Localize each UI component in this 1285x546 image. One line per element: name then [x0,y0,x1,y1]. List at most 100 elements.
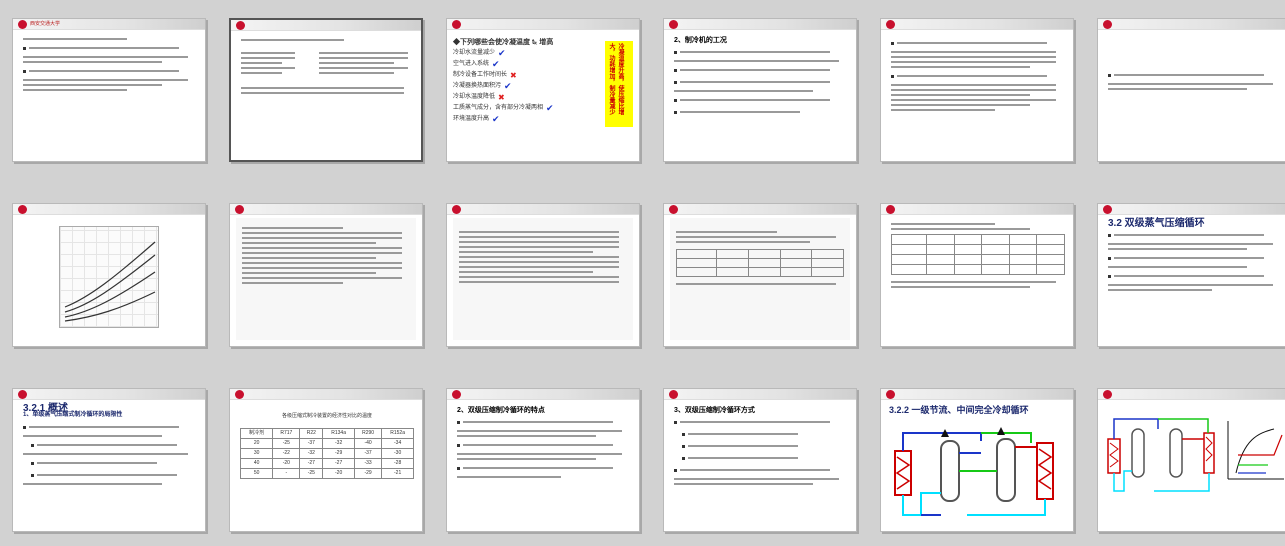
slide-header-band [13,204,205,215]
slide-thumbnail[interactable] [446,203,640,347]
slide-header-band [881,19,1073,30]
university-logo-icon [886,390,895,399]
scanned-page-image [453,218,633,340]
slide-body: ◆下列哪些会使冷凝温度 tₖ 增高 冷却水流量减少 ✔ 空气进入系统 ✔ 制冷设备工… [453,39,599,127]
slide-thumbnail[interactable]: 各级压缩式制冷装置的经济性对比的温度 制冷剂 R717 R22 R134a R290 R1… [229,388,423,532]
list-item: 冷却水流量减少 [453,50,496,56]
cross-icon: ✖ [510,71,517,80]
university-logo-icon [669,390,678,399]
slide-title: 3、双级压缩制冷循环方式 [674,407,755,414]
slide-body: 2、制冷机的工况 [674,35,848,120]
slide-body [891,35,1065,114]
university-logo-icon [1103,20,1112,29]
slide-thumbnail[interactable]: 3.2 双级蒸气压缩循环 [1097,203,1285,347]
check-icon: ✔ [492,59,500,69]
university-name: 西安交通大学 [30,21,61,27]
slide-thumbnail[interactable] [229,203,423,347]
slide-header-band [13,389,205,400]
check-icon: ✔ [546,103,554,113]
list-item: 冷却水温度降低 [453,94,496,100]
slide-body: 3、双级压缩制冷循环方式 [674,405,848,488]
cross-icon: ✖ [498,93,505,102]
slide-header-band [447,204,639,215]
cycle-schematic [894,427,1054,516]
slide-sorter[interactable]: 西安交通大学 ◆下列哪些会使冷凝温度 tₖ 增高 冷却水流量减少 ✔ 空气进入系统… [0,0,1285,546]
slide-title: 3.2 双级蒸气压缩循环 [1108,218,1205,229]
check-icon: ✔ [498,48,506,58]
chart-image [59,226,159,328]
slide-body: 各级压缩式制冷装置的经济性对比的温度 制冷剂 R717 R22 R134a R290 R1… [239,413,414,479]
list-item: 冷凝器换热面积污 [453,83,502,89]
data-table: 制冷剂 R717 R22 R134a R290 R152a 20 -25 -37 -32 -40-… [239,428,414,479]
slide-body [890,220,1065,291]
slide-header-band [447,19,639,30]
highlight-note: 冷凝温度升高，使压缩比增大，功耗增加，制冷量减少 [605,41,633,127]
university-logo-icon [669,205,678,214]
list-item: 空气进入系统 [453,61,490,67]
university-logo-icon [1103,390,1112,399]
slide-header-band: 西安交通大学 [13,19,205,30]
university-logo-icon [1103,205,1112,214]
slide-body: 3.2.1 概述 1、单级蒸气压缩式制冷循环的局限性 [23,403,197,488]
slide-header-band [881,389,1073,400]
slide-title: 3.2.1 概述 [23,403,69,414]
question-heading: ◆下列哪些会使冷凝温度 tₖ 增高 [453,39,554,46]
slide-thumbnail[interactable]: 西安交通大学 [12,18,206,162]
list-item: 工质蒸气成分，含有部分冷凝两相 [453,105,544,111]
slide-thumbnail[interactable] [12,203,206,347]
slide-thumbnail[interactable]: 2、制冷机的工况 [663,18,857,162]
university-logo-icon [452,205,461,214]
slide-title: 2、双级压缩制冷循环的特点 [457,407,545,414]
slide-thumbnail[interactable]: 3.2.1 概述 1、单级蒸气压缩式制冷循环的局限性 [12,388,206,532]
check-icon: ✔ [492,114,500,124]
university-logo-icon [235,390,244,399]
slide-header-band [231,20,421,31]
scanned-page-image [670,218,850,340]
slide-title: 3.2.2 一级节流、中间完全冷却循环 [889,405,1029,415]
list-item: 环境温度升高 [453,116,490,122]
slide-thumbnail[interactable]: 3、双级压缩制冷循环方式 [663,388,857,532]
university-logo-icon [18,205,27,214]
table-caption: 各级压缩式制冷装置的经济性对比的温度 [281,413,372,419]
university-logo-icon [452,20,461,29]
slide-thumbnail[interactable] [880,203,1074,347]
university-logo-icon [886,20,895,29]
slide-header-band [664,389,856,400]
slide-header-band [1098,389,1285,400]
university-logo-icon [235,205,244,214]
scanned-page-image [236,218,416,340]
university-logo-icon [236,21,245,30]
slide-body: 3.2 双级蒸气压缩循环 [1108,218,1282,294]
check-icon: ✔ [504,81,512,91]
slide-thumbnail[interactable] [663,203,857,347]
slide-header-band [1098,204,1285,215]
slide-header-band [1098,19,1285,30]
university-logo-icon [18,20,27,29]
university-logo-icon [18,390,27,399]
slide-title: 2、制冷机的工况 [674,37,727,44]
list-item: 制冷设备工作时间长 [453,72,508,78]
slide-header-band [230,389,422,400]
slide-header-band [447,389,639,400]
university-logo-icon [886,205,895,214]
slide-header-band [664,19,856,30]
slide-thumbnail[interactable] [1097,388,1285,532]
slide-header-band [881,204,1073,215]
university-logo-icon [669,20,678,29]
slide-thumbnail[interactable]: 3.2.2 一级节流、中间完全冷却循环 [880,388,1074,532]
slide-thumbnail[interactable] [1097,18,1285,162]
slide-subtitle: 1、单级蒸气压缩式制冷循环的局限性 [23,412,123,418]
university-logo-icon [452,390,461,399]
slide-header-band [664,204,856,215]
slide-thumbnail-selected[interactable] [229,18,423,162]
slide-body [23,35,197,94]
slide-body [241,36,413,97]
slide-thumbnail[interactable]: 2、双级压缩制冷循环的特点 [446,388,640,532]
cycle-schematic [1107,418,1284,492]
slide-thumbnail[interactable] [880,18,1074,162]
slide-header-band [230,204,422,215]
slide-body: 2、双级压缩制冷循环的特点 [457,405,631,481]
slide-body [1108,67,1282,93]
slide-thumbnail[interactable]: ◆下列哪些会使冷凝温度 tₖ 增高 冷却水流量减少 ✔ 空气进入系统 ✔ 制冷设备工… [446,18,640,162]
slide-body: 3.2.2 一级节流、中间完全冷却循环 [889,405,1065,415]
